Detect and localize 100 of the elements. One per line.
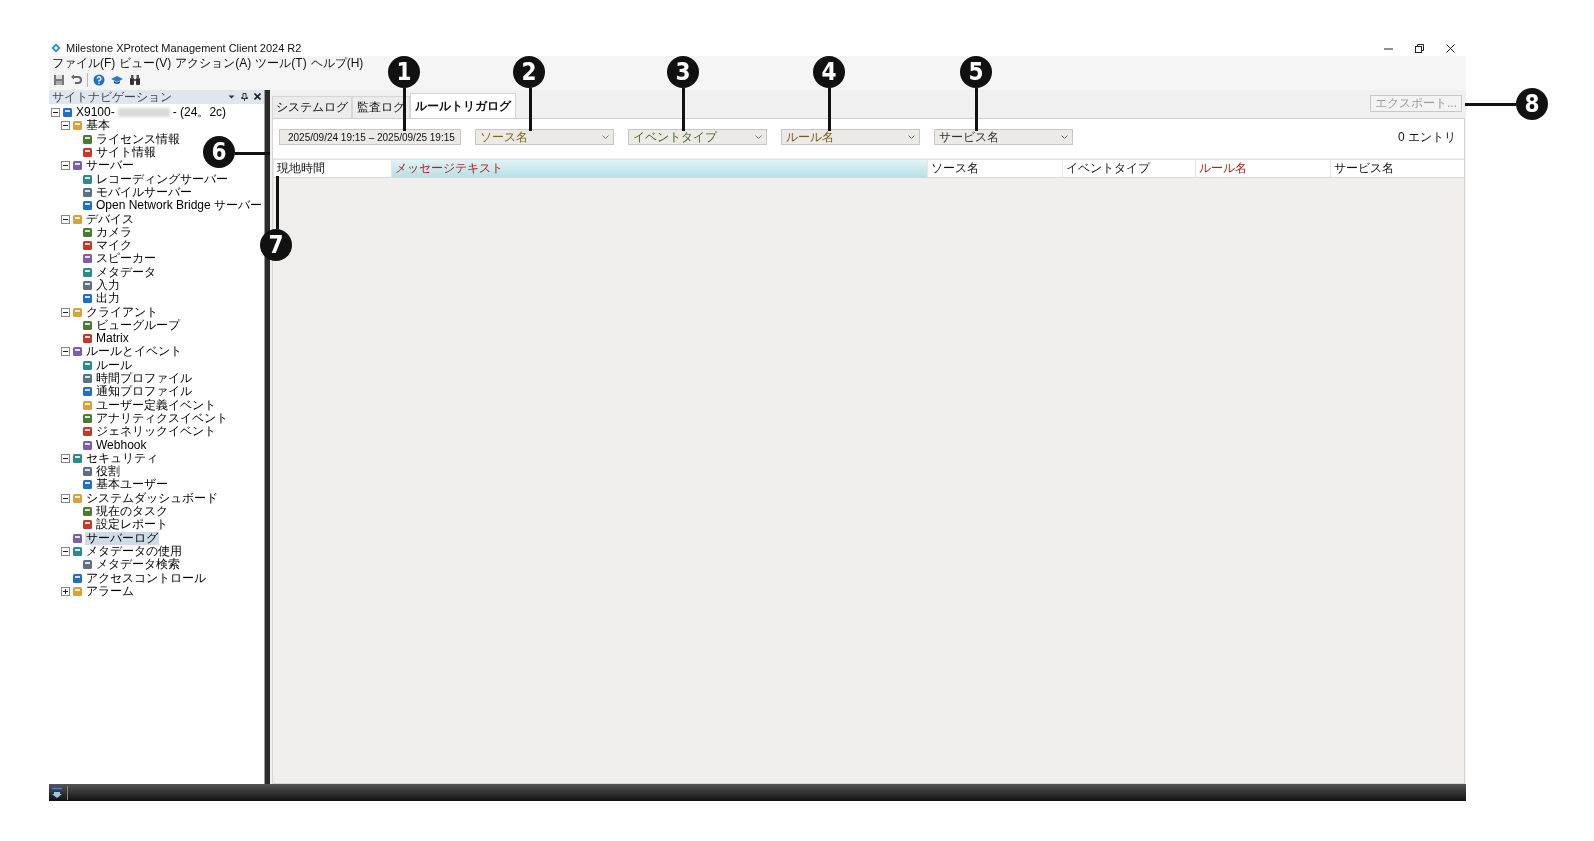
pin-icon[interactable] — [241, 93, 248, 101]
tree-item[interactable]: ビューグループ — [95, 318, 181, 332]
undo-icon[interactable] — [70, 74, 82, 86]
menu-item[interactable]: ツール(T) — [255, 56, 307, 70]
tree-item[interactable]: カメラ — [95, 225, 133, 239]
collapse-icon[interactable] — [61, 453, 70, 463]
window-title: Milestone XProtect Management Client 2024 R2 — [66, 42, 303, 54]
tree-item[interactable]: セキュリティ — [85, 451, 159, 465]
download-icon[interactable] — [51, 786, 63, 799]
collapse-icon[interactable] — [51, 108, 60, 118]
tree-item[interactable]: メタデータ検索 — [95, 558, 181, 572]
node-icon — [82, 280, 93, 291]
tree-item[interactable]: ジェネリックイベント — [95, 425, 217, 439]
column-header[interactable]: イベントタイプ — [1062, 160, 1195, 177]
tree-item[interactable]: メタデータ — [95, 265, 157, 279]
node-icon — [82, 439, 93, 451]
menu-item[interactable]: ビュー(V) — [119, 56, 172, 70]
leader-line — [681, 88, 685, 131]
tree-item[interactable]: アラーム — [85, 584, 135, 598]
redacted-text — [117, 108, 170, 118]
save-icon[interactable] — [53, 74, 65, 86]
filter-dropdown[interactable]: ソース名 — [475, 129, 614, 145]
collapse-icon[interactable] — [61, 214, 70, 224]
tree-item[interactable]: 基本 — [85, 119, 111, 133]
leader-line — [528, 88, 532, 131]
tree-item[interactable]: Matrix — [95, 332, 130, 346]
tree-item[interactable]: 現在のタスク — [95, 505, 169, 519]
tree-item[interactable]: アクセスコントロール — [85, 571, 207, 585]
node-icon — [82, 293, 93, 305]
menu-item[interactable]: ファイル(F) — [52, 56, 116, 70]
node-icon — [82, 147, 93, 159]
node-icon — [82, 426, 93, 438]
tree-item[interactable]: サイト情報 — [95, 146, 157, 160]
help-icon[interactable] — [93, 74, 105, 86]
tree-item[interactable]: 基本ユーザー — [95, 478, 169, 492]
tree-item[interactable]: 出力 — [95, 292, 121, 306]
node-icon — [82, 253, 93, 265]
binoculars-icon[interactable] — [129, 74, 141, 86]
tree-item[interactable]: モバイルサーバー — [95, 185, 193, 199]
tree-item[interactable]: ライセンス情報 — [95, 132, 181, 146]
node-icon — [72, 346, 83, 358]
tree-item[interactable]: Open Network Bridge サーバー — [95, 199, 264, 213]
node-icon — [82, 359, 93, 371]
tree-item[interactable]: 通知プロファイル — [95, 385, 193, 399]
node-icon — [62, 107, 73, 119]
collapse-icon[interactable] — [61, 347, 70, 357]
tab[interactable]: ルールトリガログ — [410, 93, 516, 118]
tree-item[interactable]: システムダッシュボード — [85, 491, 219, 505]
tree-item[interactable]: クライアント — [85, 305, 159, 319]
tree-item[interactable]: デバイス — [85, 212, 135, 226]
node-icon — [82, 186, 93, 198]
close-icon[interactable] — [1446, 43, 1455, 53]
menu-item[interactable]: ヘルプ(H) — [310, 56, 364, 70]
tree-item[interactable]: サーバーログ — [85, 531, 159, 545]
filter-dropdown[interactable]: ルール名 — [781, 129, 920, 145]
column-header[interactable]: ソース名 — [927, 160, 1062, 177]
close-icon[interactable] — [254, 93, 261, 100]
tree-item[interactable]: スピーカー — [95, 252, 157, 266]
tree-item[interactable]: アナリティクスイベント — [95, 411, 229, 425]
tree-item[interactable]: マイク — [95, 239, 133, 253]
tree-item[interactable]: ルールとイベント — [85, 345, 183, 359]
leader-line — [827, 88, 831, 131]
tree-item[interactable]: メタデータの使用 — [85, 544, 183, 558]
tree-item[interactable]: ルール — [95, 358, 133, 372]
tree-item[interactable]: 入力 — [95, 279, 121, 292]
collapse-icon[interactable] — [61, 121, 70, 131]
collapse-icon[interactable] — [61, 546, 70, 556]
tree-item[interactable]: サーバー — [85, 159, 135, 173]
expand-icon[interactable] — [61, 586, 70, 596]
node-icon — [82, 226, 93, 238]
date-range-dropdown[interactable]: 2025/09/24 19:15 – 2025/09/25 19:15 — [279, 129, 461, 145]
tree-item[interactable]: 役割 — [95, 465, 121, 479]
collapse-icon[interactable] — [61, 161, 70, 171]
tree-item[interactable]: レコーディングサーバー — [95, 172, 229, 186]
filter-dropdown[interactable]: サービス名 — [934, 129, 1073, 145]
collapse-icon[interactable] — [61, 493, 70, 503]
collapse-icon[interactable] — [61, 307, 70, 317]
node-icon — [72, 213, 83, 225]
menu-item[interactable]: アクション(A) — [175, 56, 252, 70]
filter-dropdown[interactable]: イベントタイプ — [628, 129, 767, 145]
tree-item[interactable]: ユーザー定義イベント — [95, 398, 217, 412]
tree-item[interactable]: Webhook — [95, 438, 148, 452]
node-icon — [72, 492, 83, 504]
node-icon — [82, 200, 93, 212]
column-header[interactable]: メッセージテキスト — [391, 160, 927, 177]
restore-icon[interactable] — [1415, 43, 1424, 53]
panel-title: サイトナビゲーション — [52, 88, 173, 106]
node-icon — [82, 319, 93, 331]
chevron-down-icon — [908, 134, 915, 140]
node-icon — [82, 559, 93, 571]
node-icon — [72, 452, 83, 464]
column-header[interactable]: ルール名 — [1195, 160, 1330, 177]
tab[interactable]: システムログ — [272, 96, 352, 118]
column-header[interactable]: サービス名 — [1330, 160, 1464, 177]
tree-item[interactable]: 時間プロファイル — [95, 372, 193, 386]
server-name[interactable]: X9100- — [75, 106, 116, 120]
tree-item[interactable]: 設定レポート — [95, 518, 169, 532]
dropdown-icon[interactable] — [228, 93, 235, 100]
hat-icon[interactable] — [110, 74, 124, 86]
node-icon — [72, 532, 83, 544]
